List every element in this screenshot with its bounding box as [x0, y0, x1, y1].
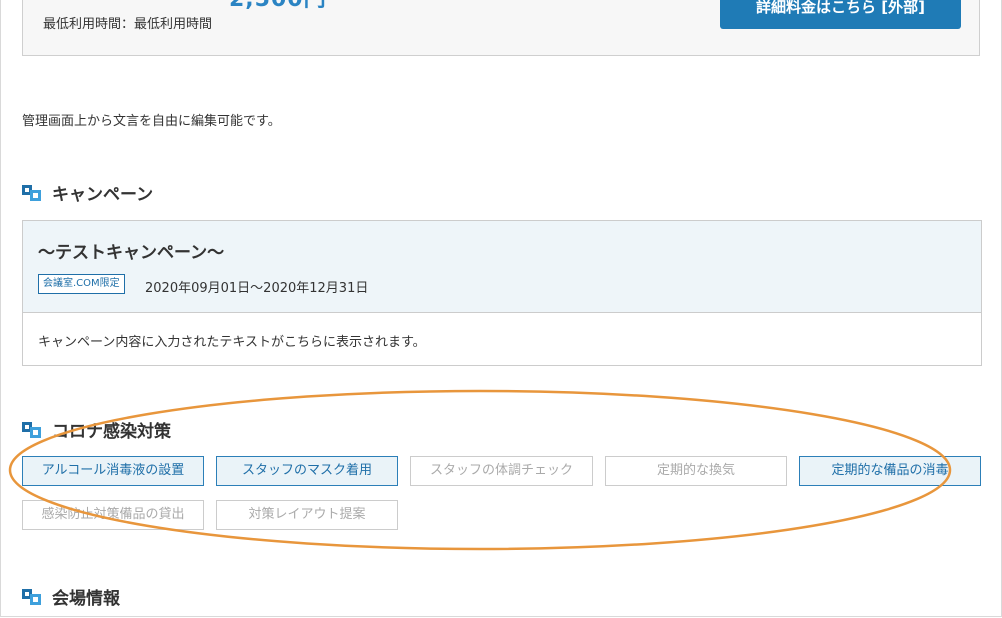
- campaign-box: ～テストキャンペーン～ 会議室.COM限定 2020年09月01日～2020年1…: [22, 220, 982, 366]
- section-icon: [22, 184, 42, 201]
- min-time-label: 最低利用時間：最低利用時間: [43, 17, 213, 32]
- detail-pricing-button[interactable]: 詳細料金はこちら [外部]: [720, 0, 961, 29]
- measure-layout-proposal: 対策レイアウト提案: [216, 500, 398, 530]
- section-icon: [22, 421, 42, 438]
- campaign-name: ～テストキャンペーン～: [38, 243, 225, 263]
- measure-staff-health-check: スタッフの体調チェック: [410, 456, 593, 486]
- campaign-body-text: キャンペーン内容に入力されたテキストがこちらに表示されます。: [38, 335, 426, 350]
- venue-section-title: 会場情報: [22, 584, 120, 609]
- intro-text: 管理画面上から文言を自由に編集可能です。: [22, 114, 281, 129]
- measure-staff-mask: スタッフのマスク着用: [216, 456, 398, 486]
- covid-section-label: コロナ感染対策: [52, 422, 171, 442]
- campaign-section-label: キャンペーン: [52, 185, 154, 205]
- covid-section-title: コロナ感染対策: [22, 417, 171, 442]
- section-icon: [22, 588, 42, 605]
- campaign-section-title: キャンペーン: [22, 180, 153, 205]
- campaign-header: ～テストキャンペーン～ 会議室.COM限定 2020年09月01日～2020年1…: [23, 221, 981, 313]
- measure-protective-equipment-rental: 感染防止対策備品の貸出: [22, 500, 204, 530]
- campaign-tag-badge: 会議室.COM限定: [38, 274, 125, 294]
- price-amount: 2,500円: [229, 0, 327, 13]
- measure-alcohol-disinfectant: アルコール消毒液の設置: [22, 456, 204, 486]
- pricing-box: 2,500円 最低利用時間：最低利用時間 詳細料金はこちら [外部]: [22, 0, 980, 56]
- measure-regular-ventilation: 定期的な換気: [605, 456, 787, 486]
- measure-equipment-disinfection: 定期的な備品の消毒: [799, 456, 981, 486]
- campaign-dates: 2020年09月01日～2020年12月31日: [145, 281, 369, 296]
- venue-section-label: 会場情報: [52, 589, 120, 609]
